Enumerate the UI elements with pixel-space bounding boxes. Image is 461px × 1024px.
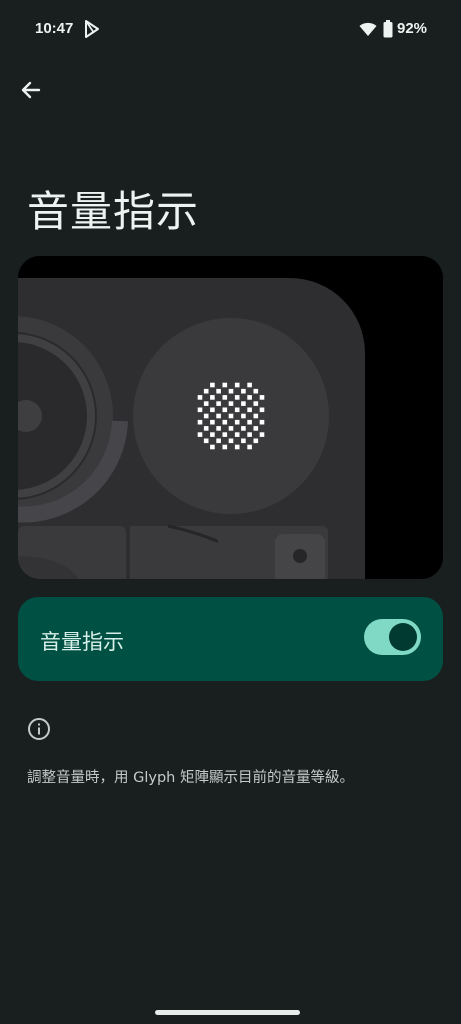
battery-icon bbox=[383, 20, 393, 38]
glyph-dot bbox=[216, 401, 221, 406]
glyph-dot bbox=[197, 395, 203, 400]
glyph-preview-card bbox=[18, 256, 443, 579]
glyph-dot bbox=[228, 401, 234, 406]
glyph-dot bbox=[210, 395, 215, 400]
page-title: 音量指示 bbox=[27, 187, 200, 236]
switch-thumb bbox=[389, 623, 417, 651]
glyph-dot bbox=[234, 444, 240, 450]
glyph-dot bbox=[253, 401, 259, 406]
glyph-dot bbox=[253, 438, 259, 444]
glyph-dot bbox=[216, 438, 221, 444]
glyph-dot bbox=[222, 419, 228, 425]
glyph-dot bbox=[222, 395, 228, 400]
wifi-icon bbox=[359, 22, 377, 36]
glyph-dot bbox=[216, 388, 221, 394]
glyph-dot bbox=[210, 382, 215, 388]
glyph-dot bbox=[259, 432, 265, 437]
glyph-dot bbox=[247, 395, 252, 400]
glyph-dot bbox=[203, 438, 209, 444]
glyph-dot bbox=[247, 432, 252, 437]
glyph-dot bbox=[222, 432, 228, 437]
glyph-dot bbox=[203, 426, 209, 431]
back-button[interactable] bbox=[14, 73, 48, 107]
glyph-dot bbox=[210, 419, 215, 425]
glyph-dot bbox=[222, 382, 228, 388]
glyph-dot bbox=[234, 419, 240, 425]
glyph-dot bbox=[253, 426, 259, 431]
navigation-handle[interactable] bbox=[155, 1010, 300, 1015]
glyph-dot bbox=[210, 432, 215, 437]
play-store-icon bbox=[85, 20, 99, 38]
status-time: 10:47 bbox=[35, 20, 74, 37]
glyph-dot bbox=[247, 407, 252, 413]
glyph-dot bbox=[210, 444, 215, 450]
glyph-dot bbox=[222, 407, 228, 413]
glyph-dot bbox=[234, 382, 240, 388]
glyph-dot bbox=[241, 388, 246, 394]
glyph-dot bbox=[247, 444, 252, 450]
glyph-dot bbox=[210, 407, 215, 413]
glyph-dot bbox=[247, 419, 252, 425]
volume-indicator-switch[interactable] bbox=[364, 619, 421, 655]
glyph-dot bbox=[216, 426, 221, 431]
glyph-matrix-illustration bbox=[18, 256, 443, 579]
glyph-dot bbox=[241, 438, 246, 444]
glyph-dot bbox=[253, 388, 259, 394]
toggle-label: 音量指示 bbox=[40, 630, 124, 654]
glyph-dot bbox=[234, 432, 240, 437]
volume-indicator-description: 調整音量時，用 Glyph 矩陣顯示目前的音量等級。 bbox=[27, 770, 354, 786]
glyph-dot bbox=[203, 413, 209, 419]
battery-percentage: 92% bbox=[397, 20, 428, 37]
glyph-matrix-dots bbox=[197, 382, 265, 450]
glyph-dot bbox=[197, 407, 203, 413]
glyph-dot bbox=[234, 395, 240, 400]
glyph-dot bbox=[216, 413, 221, 419]
glyph-dot bbox=[234, 407, 240, 413]
glyph-dot bbox=[247, 382, 252, 388]
glyph-dot bbox=[203, 388, 209, 394]
glyph-dot bbox=[228, 388, 234, 394]
glyph-dot bbox=[228, 438, 234, 444]
glyph-dot bbox=[259, 419, 265, 425]
glyph-dot bbox=[259, 395, 265, 400]
glyph-dot bbox=[197, 432, 203, 437]
glyph-dot bbox=[241, 401, 246, 406]
glyph-dot bbox=[259, 407, 265, 413]
glyph-dot bbox=[241, 413, 246, 419]
info-icon bbox=[28, 718, 50, 740]
glyph-dot bbox=[253, 413, 259, 419]
status-bar: 10:47 92% bbox=[0, 0, 461, 60]
arrow-back-icon bbox=[21, 81, 41, 99]
glyph-dot bbox=[241, 426, 246, 431]
volume-indicator-toggle-row[interactable]: 音量指示 bbox=[18, 597, 443, 681]
glyph-dot bbox=[228, 426, 234, 431]
glyph-dot bbox=[222, 444, 228, 450]
glyph-dot bbox=[203, 401, 209, 406]
glyph-dot bbox=[228, 413, 234, 419]
glyph-dot bbox=[197, 419, 203, 425]
